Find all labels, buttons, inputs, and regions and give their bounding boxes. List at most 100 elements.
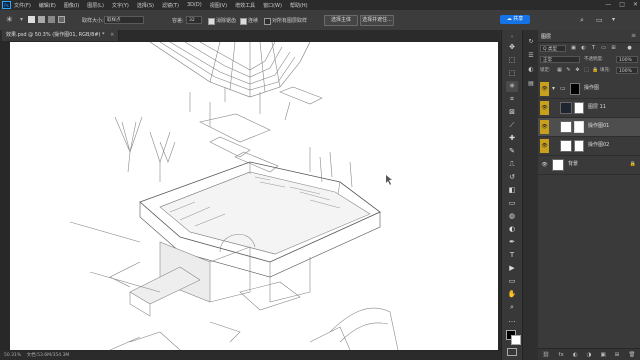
delete-layer-icon[interactable]: 🗑: [628, 352, 635, 358]
properties-panel-icon[interactable]: ☰: [526, 50, 536, 60]
menu-filter[interactable]: 滤镜(T): [162, 2, 179, 9]
lock-pixels-icon[interactable]: ✎: [565, 67, 572, 74]
frame-icon[interactable]: ⊠: [506, 107, 518, 118]
adjustments-panel-icon[interactable]: ◐: [526, 64, 536, 74]
minimize-button[interactable]: —: [605, 1, 611, 8]
filter-pixel-icon[interactable]: ▣: [570, 45, 577, 52]
crop-icon[interactable]: ⌗: [506, 94, 518, 105]
visibility-eye-icon[interactable]: 👁: [540, 158, 549, 172]
subtract-selection-icon[interactable]: [48, 16, 55, 23]
new-layer-icon[interactable]: ⊞: [615, 352, 620, 358]
group-chevron-icon[interactable]: ▾: [552, 85, 555, 92]
zoom-icon[interactable]: ⌕: [506, 302, 518, 313]
visibility-eye-icon[interactable]: 👁: [540, 101, 549, 115]
intersect-selection-icon[interactable]: [58, 16, 65, 23]
panel-menu-icon[interactable]: ≡: [631, 32, 636, 39]
document-canvas[interactable]: [10, 42, 498, 350]
maximize-button[interactable]: □: [619, 1, 625, 8]
visibility-eye-icon[interactable]: 👁: [540, 120, 549, 134]
tool-preset-chevron-icon[interactable]: ▾: [20, 16, 23, 23]
add-selection-icon[interactable]: [38, 16, 45, 23]
history-panel-icon[interactable]: ↻: [526, 36, 536, 46]
move-icon[interactable]: ✥: [506, 42, 518, 53]
layer-row-selected[interactable]: 👁 操作图01: [538, 118, 640, 137]
search-icon[interactable]: ⌕: [580, 16, 584, 25]
filter-smart-icon[interactable]: ⊞: [610, 45, 617, 52]
lock-position-icon[interactable]: ✥: [574, 67, 581, 74]
add-mask-icon[interactable]: ◐: [573, 352, 578, 358]
menu-layer[interactable]: 图层(L): [87, 2, 104, 9]
healing-icon[interactable]: ✚: [506, 133, 518, 144]
opacity-input[interactable]: 100%: [616, 56, 638, 63]
marquee-icon[interactable]: ⬚: [506, 68, 518, 79]
background-color-swatch[interactable]: [511, 335, 521, 345]
close-window-button[interactable]: ✕: [633, 1, 638, 8]
tab-layers[interactable]: 图层: [541, 33, 551, 40]
layer-group-row[interactable]: 👁 ▾ ▭ 操作图: [538, 80, 640, 99]
blur-icon[interactable]: ◍: [506, 211, 518, 222]
close-document-icon[interactable]: ×: [110, 32, 114, 38]
layer-mask-thumbnail[interactable]: [570, 83, 580, 95]
document-tab[interactable]: 效果.psd @ 50.3% (操作图01, RGB/8#) * ×: [2, 30, 120, 41]
fill-input[interactable]: 100%: [616, 67, 638, 74]
eyedropper-icon[interactable]: ⟋: [506, 120, 518, 131]
layer-mask-thumbnail[interactable]: [574, 102, 584, 114]
contiguous-checkbox[interactable]: [240, 18, 247, 25]
link-layers-icon[interactable]: ⛓: [543, 352, 550, 358]
layer-thumbnail[interactable]: [560, 140, 572, 152]
layer-row-background[interactable]: 👁 背景 🔒: [538, 156, 640, 175]
visibility-eye-icon[interactable]: 👁: [540, 82, 549, 96]
magic-wand-icon[interactable]: ✳: [506, 81, 518, 92]
pen-icon[interactable]: ✒: [506, 237, 518, 248]
layer-thumbnail[interactable]: [552, 159, 564, 171]
lock-artboard-icon[interactable]: ⬚: [583, 67, 590, 74]
menu-3d[interactable]: 3D(D): [187, 2, 202, 8]
menu-window[interactable]: 窗口(W): [263, 2, 282, 9]
sample-size-select[interactable]: 取样点: [104, 16, 144, 24]
shape-icon[interactable]: ▭: [506, 276, 518, 287]
antialias-checkbox[interactable]: [208, 18, 215, 25]
layer-style-icon[interactable]: fx: [559, 352, 564, 358]
zoom-level[interactable]: 50.31%: [4, 353, 21, 358]
history-brush-icon[interactable]: ↺: [506, 172, 518, 183]
more-tools-icon[interactable]: …: [506, 315, 518, 326]
menu-edit[interactable]: 编辑(E): [39, 2, 56, 9]
quick-mask-icon[interactable]: [507, 348, 517, 356]
adjustment-layer-icon[interactable]: ◑: [587, 352, 592, 358]
workspace-icon[interactable]: ▭: [596, 16, 603, 24]
layer-thumbnail[interactable]: [560, 121, 572, 133]
filter-toggle-icon[interactable]: ●: [626, 45, 633, 52]
blend-mode-select[interactable]: 正常: [540, 56, 580, 63]
all-layers-checkbox[interactable]: [264, 18, 271, 25]
artboard-icon[interactable]: ⬚: [506, 55, 518, 66]
menu-image[interactable]: 图像(I): [64, 2, 79, 9]
select-subject-button[interactable]: 选择主体: [324, 15, 358, 26]
layer-row[interactable]: 👁 图层 11: [538, 99, 640, 118]
layer-row[interactable]: 👁 操作图02: [538, 137, 640, 156]
gradient-icon[interactable]: ▭: [506, 198, 518, 209]
menu-file[interactable]: 文件(F): [14, 2, 31, 9]
lock-transparency-icon[interactable]: ▦: [556, 67, 563, 74]
menu-select[interactable]: 选择(S): [137, 2, 154, 9]
menu-plugins[interactable]: 增效工具: [235, 2, 255, 9]
layer-mask-thumbnail[interactable]: [574, 140, 584, 152]
layer-thumbnail[interactable]: [560, 102, 572, 114]
dodge-icon[interactable]: ◐: [506, 224, 518, 235]
filter-type-icon[interactable]: T: [590, 45, 597, 52]
filter-shape-icon[interactable]: ▭: [600, 45, 607, 52]
workspace-chevron-icon[interactable]: ▾: [612, 16, 615, 23]
filter-adjust-icon[interactable]: ◐: [580, 45, 587, 52]
lock-all-icon[interactable]: 🔒: [592, 67, 599, 74]
layer-mask-thumbnail[interactable]: [574, 121, 584, 133]
menu-help[interactable]: 帮助(H): [290, 2, 308, 9]
new-group-icon[interactable]: ▣: [601, 352, 606, 358]
menu-type[interactable]: 文字(Y): [112, 2, 129, 9]
channels-panel-icon[interactable]: ▤: [526, 78, 536, 88]
path-select-icon[interactable]: ▶: [506, 263, 518, 274]
menu-view[interactable]: 视图(V): [210, 2, 227, 9]
hand-icon[interactable]: ✋: [506, 289, 518, 300]
type-icon[interactable]: T: [506, 250, 518, 261]
stamp-icon[interactable]: ⎍: [506, 159, 518, 170]
layer-kind-filter[interactable]: Q 类型: [540, 45, 566, 52]
share-button[interactable]: ☁ 共享: [500, 15, 530, 24]
